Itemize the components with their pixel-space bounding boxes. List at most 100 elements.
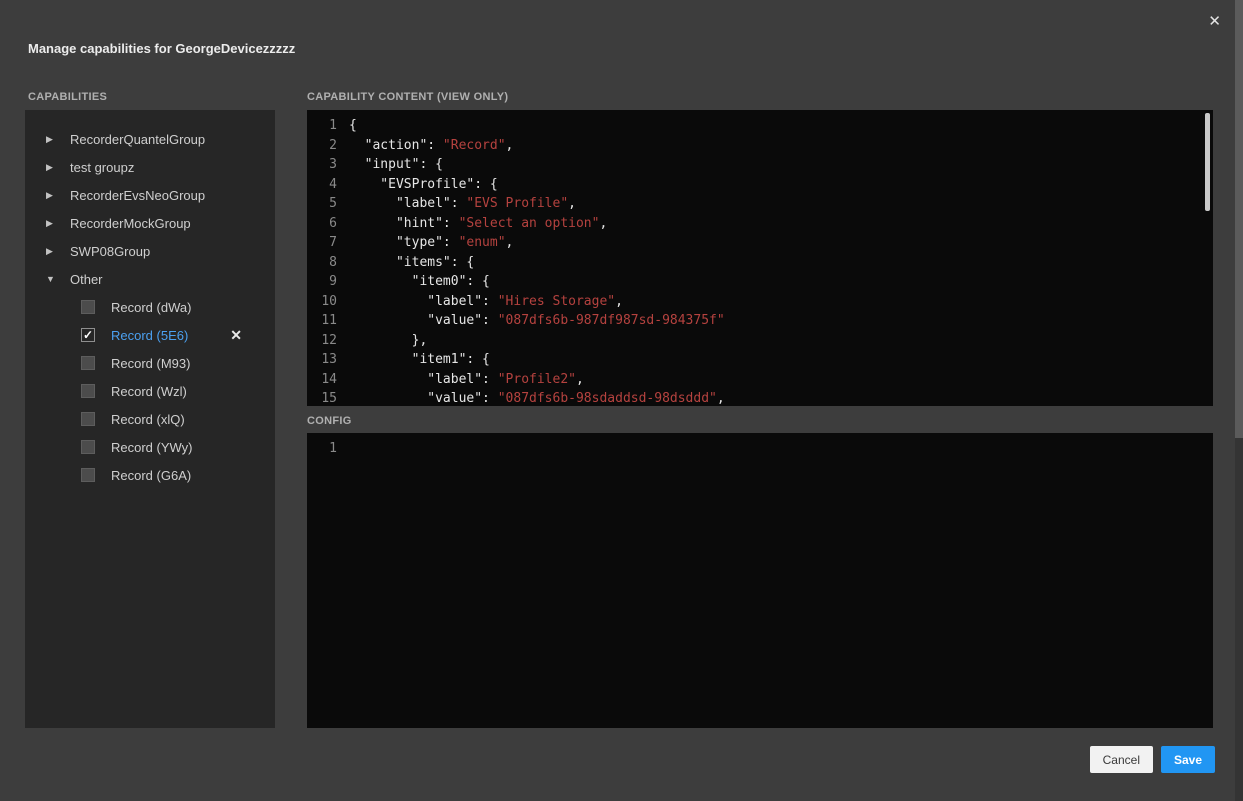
checkbox-unchecked[interactable] — [81, 412, 95, 426]
capability-group-label: RecorderQuantelGroup — [70, 132, 205, 147]
checkbox-unchecked[interactable] — [81, 468, 95, 482]
line-number: 14 — [307, 370, 337, 390]
code-line: 13 "item1": { — [307, 350, 1213, 370]
chevron-right-icon[interactable]: ▶ — [46, 162, 70, 173]
line-number: 9 — [307, 272, 337, 292]
capability-item-record-5e6[interactable]: ✓ Record (5E6) ✕ — [25, 321, 275, 349]
capability-item-record-dwa[interactable]: Record (dWa) — [25, 293, 275, 321]
code-token: "type": — [349, 235, 459, 250]
capability-content-header: CAPABILITY CONTENT (VIEW ONLY) — [307, 91, 508, 103]
code-line: 12 }, — [307, 331, 1213, 351]
line-number: 12 — [307, 331, 337, 351]
checkbox-unchecked[interactable] — [81, 300, 95, 314]
code-token: "item0": { — [349, 274, 490, 289]
modal-title: Manage capabilities for GeorgeDevicezzzz… — [28, 41, 295, 56]
chevron-right-icon[interactable]: ▶ — [46, 246, 70, 257]
chevron-down-icon[interactable]: ▼ — [46, 274, 70, 284]
capability-group-recordermockgroup[interactable]: ▶RecorderMockGroup — [25, 209, 275, 237]
capability-content-editor[interactable]: 1{2 "action": "Record",3 "input": {4 "EV… — [307, 110, 1213, 406]
capability-group-label: test groupz — [70, 160, 134, 175]
code-token: { — [349, 118, 357, 133]
line-number: 13 — [307, 350, 337, 370]
code-line: 10 "label": "Hires Storage", — [307, 292, 1213, 312]
code-string-token: "Profile2" — [498, 372, 576, 387]
capability-item-record-xlq[interactable]: Record (xlQ) — [25, 405, 275, 433]
checkbox-checked-icon[interactable]: ✓ — [81, 328, 95, 342]
code-string-token: "Hires Storage" — [498, 294, 615, 309]
line-number: 7 — [307, 233, 337, 253]
code-line: 7 "type": "enum", — [307, 233, 1213, 253]
capability-item-label[interactable]: Record (xlQ) — [111, 412, 185, 427]
code-token: "item1": { — [349, 352, 490, 367]
line-number: 15 — [307, 389, 337, 406]
checkbox-unchecked[interactable] — [81, 356, 95, 370]
chevron-right-icon[interactable]: ▶ — [46, 190, 70, 201]
checkbox-unchecked[interactable] — [81, 384, 95, 398]
capability-item-label[interactable]: Record (Wzl) — [111, 384, 187, 399]
code-line: 6 "hint": "Select an option", — [307, 214, 1213, 234]
capability-content-code: 1{2 "action": "Record",3 "input": {4 "EV… — [307, 110, 1213, 406]
capability-group-recorderquantelgroup[interactable]: ▶RecorderQuantelGroup — [25, 125, 275, 153]
code-token: "value": — [349, 391, 498, 406]
line-number: 1 — [307, 116, 337, 136]
capability-item-label[interactable]: Record (YWy) — [111, 440, 193, 455]
code-token: "items": { — [349, 255, 474, 270]
page-scrollbar-thumb[interactable] — [1235, 0, 1243, 438]
capability-group-label: SWP08Group — [70, 244, 150, 259]
capability-group-swp08group[interactable]: ▶SWP08Group — [25, 237, 275, 265]
config-editor[interactable]: 1 — [307, 433, 1213, 728]
code-token: "label": — [349, 196, 466, 211]
code-token: , — [568, 196, 576, 211]
capability-item-label[interactable]: Record (dWa) — [111, 300, 191, 315]
page-scrollbar[interactable] — [1235, 0, 1243, 801]
config-code: 1 — [307, 433, 1213, 459]
capability-group-test-groupz[interactable]: ▶test groupz — [25, 153, 275, 181]
line-number: 1 — [307, 439, 337, 459]
code-string-token: "Record" — [443, 138, 506, 153]
capability-group-label: RecorderEvsNeoGroup — [70, 188, 205, 203]
code-token: , — [506, 138, 514, 153]
capabilities-tree: ▶RecorderQuantelGroup▶test groupz▶Record… — [25, 110, 275, 728]
capability-item-record-wzl[interactable]: Record (Wzl) — [25, 377, 275, 405]
capability-group-label: Other — [70, 272, 103, 287]
code-token: "label": — [349, 372, 498, 387]
capability-item-label[interactable]: Record (G6A) — [111, 468, 191, 483]
cancel-button[interactable]: Cancel — [1090, 746, 1153, 773]
code-token: "hint": — [349, 216, 459, 231]
capability-item-record-m93[interactable]: Record (M93) — [25, 349, 275, 377]
code-token: , — [576, 372, 584, 387]
chevron-right-icon[interactable]: ▶ — [46, 134, 70, 145]
save-button[interactable]: Save — [1161, 746, 1215, 773]
code-token: "EVSProfile": { — [349, 177, 498, 192]
capability-item-label[interactable]: Record (M93) — [111, 356, 190, 371]
code-token: , — [599, 216, 607, 231]
line-number: 5 — [307, 194, 337, 214]
code-token: "action": — [349, 138, 443, 153]
remove-capability-icon[interactable]: ✕ — [230, 327, 242, 344]
code-line: 4 "EVSProfile": { — [307, 175, 1213, 195]
code-line: 8 "items": { — [307, 253, 1213, 273]
chevron-right-icon[interactable]: ▶ — [46, 218, 70, 229]
capability-group-recorderevsneogroup[interactable]: ▶RecorderEvsNeoGroup — [25, 181, 275, 209]
code-token: , — [717, 391, 725, 406]
line-number: 11 — [307, 311, 337, 331]
capability-item-record-g6a[interactable]: Record (G6A) — [25, 461, 275, 489]
code-string-token: "087dfs6b-98sdaddsd-98dsddd" — [498, 391, 717, 406]
code-token: "label": — [349, 294, 498, 309]
editor-scrollbar-thumb[interactable] — [1205, 113, 1210, 211]
code-string-token: "087dfs6b-987df987sd-984375f" — [498, 313, 725, 328]
code-token: }, — [349, 333, 427, 348]
code-string-token: "enum" — [459, 235, 506, 250]
capability-group-label: RecorderMockGroup — [70, 216, 191, 231]
capability-group-other[interactable]: ▼Other — [25, 265, 275, 293]
close-icon[interactable]: ✕ — [1208, 14, 1221, 29]
code-token: "value": — [349, 313, 498, 328]
code-string-token: "Select an option" — [459, 216, 600, 231]
capability-item-record-ywy[interactable]: Record (YWy) — [25, 433, 275, 461]
checkbox-unchecked[interactable] — [81, 440, 95, 454]
code-line: 3 "input": { — [307, 155, 1213, 175]
capability-item-label[interactable]: Record (5E6) — [111, 328, 188, 343]
code-line: 9 "item0": { — [307, 272, 1213, 292]
code-line: 11 "value": "087dfs6b-987df987sd-984375f… — [307, 311, 1213, 331]
line-number: 3 — [307, 155, 337, 175]
